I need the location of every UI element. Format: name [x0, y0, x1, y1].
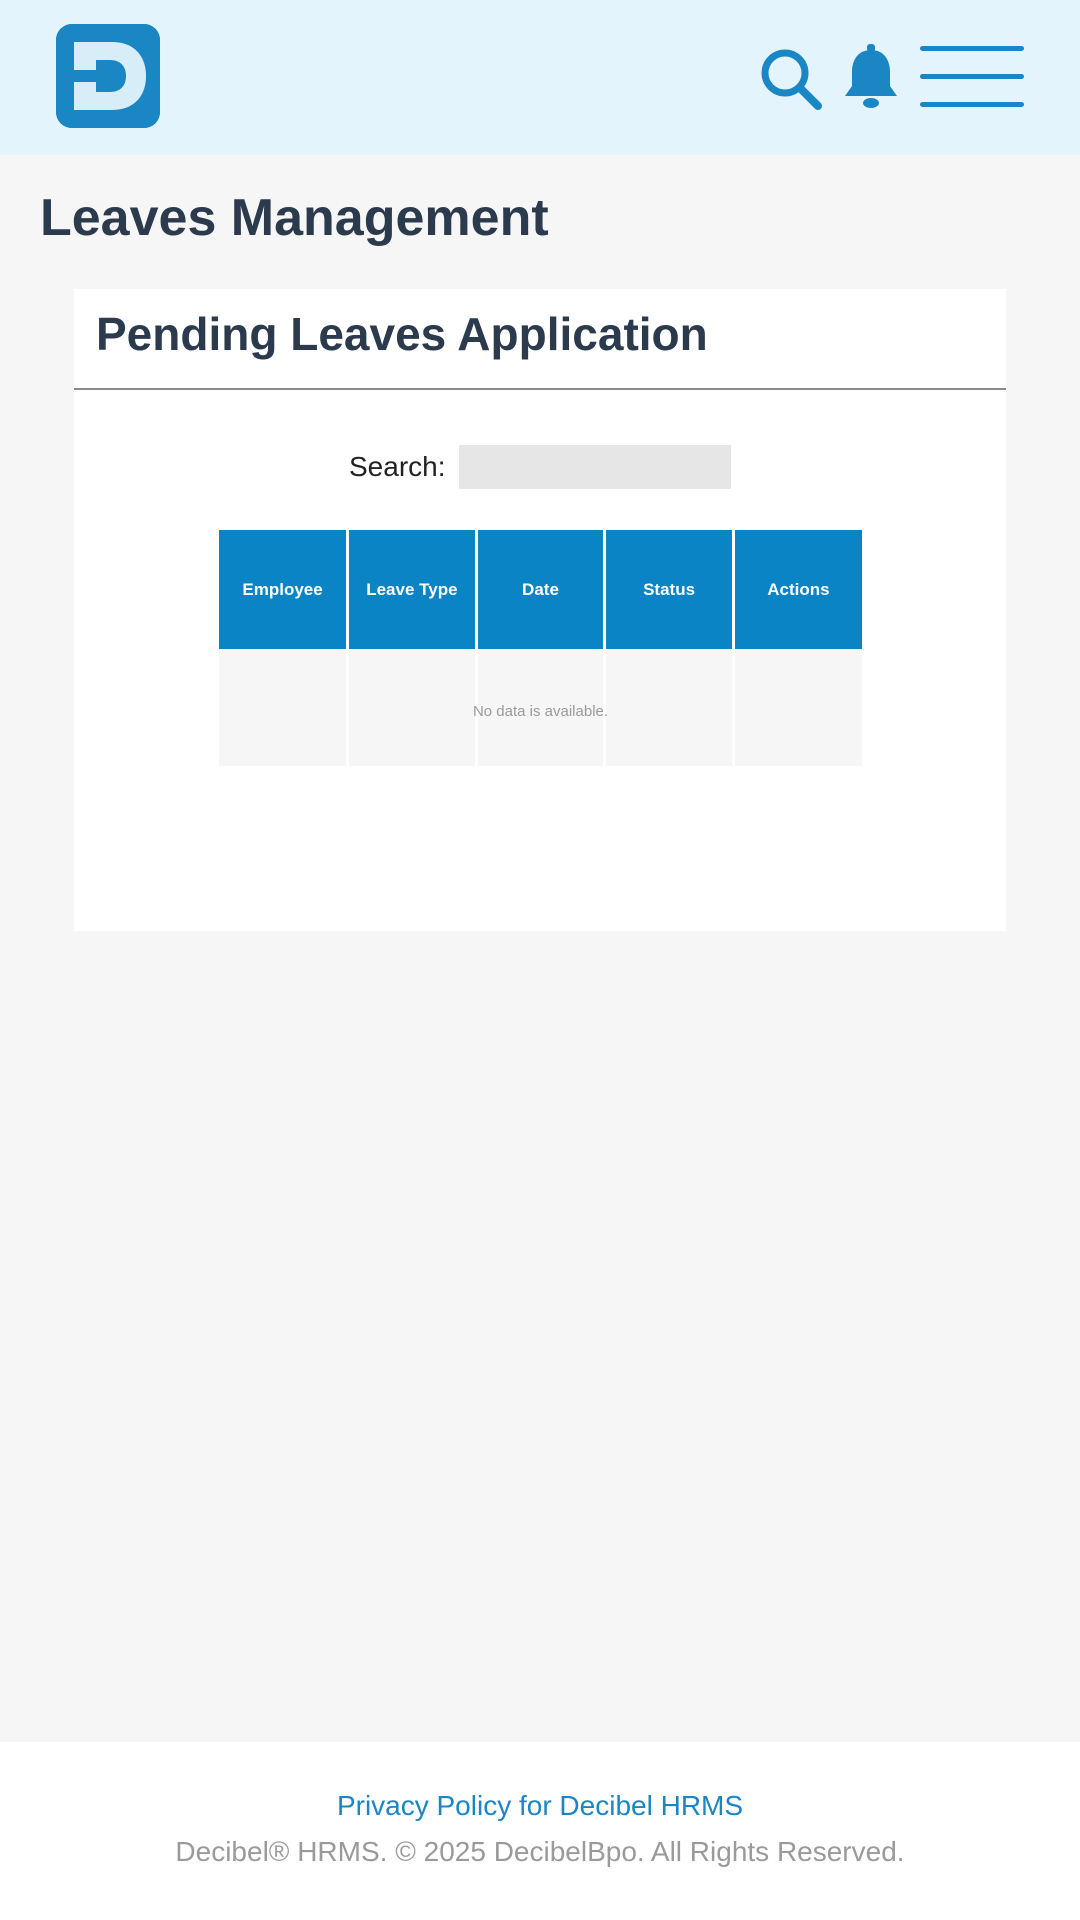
column-header-date[interactable]: Date: [476, 530, 607, 649]
hamburger-menu-icon[interactable]: [918, 44, 1026, 110]
pending-leaves-card: Pending Leaves Application Search: Emplo…: [74, 289, 1006, 931]
column-header-leave-type[interactable]: Leave Type: [347, 530, 478, 649]
column-header-status[interactable]: Status: [604, 530, 735, 649]
footer: Privacy Policy for Decibel HRMS Decibel®…: [0, 1742, 1080, 1920]
privacy-policy-link[interactable]: Privacy Policy for Decibel HRMS: [0, 1790, 1080, 1822]
top-app-bar: [0, 0, 1080, 155]
copyright-text: Decibel® HRMS. © 2025 DecibelBpo. All Ri…: [175, 1836, 905, 1867]
column-header-employee[interactable]: Employee: [219, 530, 350, 649]
page-title: Leaves Management: [40, 189, 549, 247]
table-header-row: Employee Leave Type Date Status Actions: [219, 530, 862, 649]
column-header-actions[interactable]: Actions: [733, 530, 862, 649]
no-data-message: No data is available.: [472, 703, 609, 720]
divider: [74, 388, 1006, 390]
leaves-table: Employee Leave Type Date Status Actions …: [219, 530, 862, 766]
search-label: Search:: [349, 451, 446, 482]
search-icon[interactable]: [756, 44, 828, 116]
bell-icon[interactable]: [842, 42, 900, 112]
card-title: Pending Leaves Application: [96, 308, 708, 360]
search-input[interactable]: [459, 445, 731, 489]
decibel-logo-icon[interactable]: [56, 24, 160, 128]
